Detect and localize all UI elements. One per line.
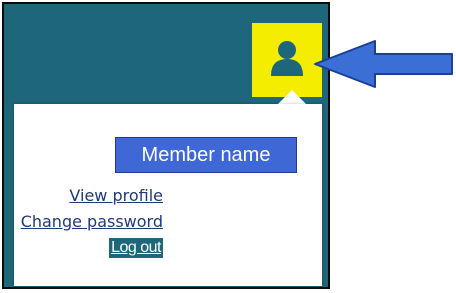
log-out-link[interactable]: Log out	[109, 238, 163, 258]
view-profile-link[interactable]: View profile	[69, 186, 163, 206]
user-dropdown-menu	[14, 104, 322, 286]
change-password-link[interactable]: Change password	[21, 212, 163, 232]
arrow-left-icon	[314, 40, 453, 88]
member-name-label: Member name	[115, 137, 297, 173]
user-icon	[271, 41, 303, 76]
app-header: Member name View profile Change password…	[2, 2, 330, 289]
dropdown-caret	[278, 90, 306, 104]
